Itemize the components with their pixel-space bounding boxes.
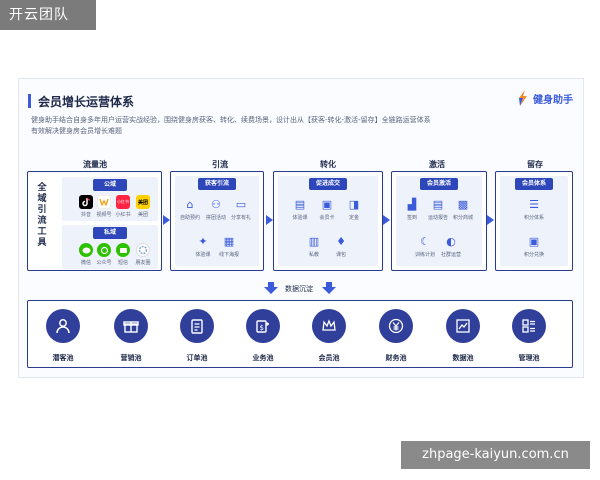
- training-icon: ☾: [420, 235, 430, 248]
- down-arrow-left-icon: [264, 282, 278, 294]
- deposit-icon: ◨: [348, 198, 360, 211]
- flow-arrow-2: [266, 215, 273, 225]
- flow-arrow-3: [383, 215, 390, 225]
- pool-label-0: 潜客池: [52, 354, 74, 362]
- data-pools-box: [27, 300, 573, 368]
- drop-icon: ♦: [336, 235, 346, 248]
- community-icon: ◐: [446, 235, 456, 248]
- lead-label-4: 线下海报: [218, 252, 239, 258]
- experience-icon: ▤: [294, 198, 306, 211]
- retain-pill: 会员体系: [515, 178, 553, 190]
- sms-icon[interactable]: [116, 243, 130, 257]
- mall-icon: ▩: [457, 198, 469, 211]
- stage-title-lead: 引流: [212, 160, 228, 169]
- brand-logo-group: 健身助手: [516, 89, 573, 107]
- points-icon: ☰: [529, 198, 539, 211]
- member-card-icon: ▣: [321, 198, 333, 211]
- title-accent-bar: [28, 94, 31, 108]
- convert-label-3: 私教: [308, 252, 319, 258]
- activate-label-2: 积分商城: [452, 215, 473, 221]
- clipboard-icon[interactable]: [180, 309, 214, 343]
- brand-name: 健身助手: [533, 94, 573, 106]
- description: 健身助手结合自身多年用户运营实战经验，围绕健身房获客、转化、续费场景，设计出从【…: [31, 115, 501, 137]
- flow-arrow-4: [487, 215, 494, 225]
- tools-vertical-label: 全域引流工具: [35, 183, 49, 249]
- meituan-icon-text: 美团: [137, 199, 148, 206]
- convert-pill: 促进成交: [309, 178, 347, 190]
- yen-icon[interactable]: [379, 309, 413, 343]
- down-arrow-right-icon: [322, 282, 336, 294]
- flow-arrow-1: [163, 215, 170, 225]
- official-account-icon[interactable]: [97, 243, 111, 257]
- report-icon: ▤: [432, 198, 444, 211]
- retain-label-1: 积分兑换: [523, 252, 544, 258]
- activate-pill: 会员激活: [420, 178, 458, 190]
- convert-label-1: 会员卡: [319, 215, 335, 221]
- stage-title-retain: 留存: [527, 160, 543, 169]
- chart-icon[interactable]: [446, 309, 480, 343]
- description-line-2: 有效解决健身房会员增长难题: [31, 127, 122, 135]
- xiaohongshu-icon[interactable]: 小红书: [116, 195, 130, 209]
- qrcode-icon: ▦: [223, 235, 235, 248]
- description-line-1: 健身助手结合自身多年用户运营实战经验，围绕健身房获客、转化、续费场景，设计出从【…: [31, 116, 431, 124]
- pool-label-5: 财务池: [385, 354, 407, 362]
- lead-pill: 获客引流: [198, 178, 236, 190]
- brand-logo-icon: [519, 90, 527, 106]
- stage-title-convert: 转化: [320, 160, 336, 169]
- convert-label-0: 体验课: [292, 215, 308, 221]
- convert-label-2: 定金: [348, 215, 359, 221]
- tools-label-text: 全域引流工具: [37, 183, 47, 248]
- pool-label-3: 业务池: [252, 354, 274, 362]
- convert-label-4: 课包: [335, 252, 346, 258]
- retain-label-0: 积分体系: [523, 215, 544, 221]
- moments-icon[interactable]: [136, 243, 150, 257]
- group-icon: ⚇: [211, 198, 221, 211]
- stage-title-pool: 流量池: [83, 160, 107, 169]
- pool-label-6: 数据池: [452, 354, 474, 362]
- private-domain-pill: 私域: [93, 227, 127, 239]
- channels-icon[interactable]: [97, 195, 111, 209]
- public-domain-pill: 公域: [93, 179, 127, 191]
- grid-icon[interactable]: [512, 309, 546, 343]
- calendar-icon: ▥: [308, 235, 320, 248]
- team-badge: 开云团队: [0, 0, 96, 30]
- site-watermark: zhpage-kaiyun.com.cn: [401, 441, 590, 469]
- pool-label-2: 订单池: [186, 354, 208, 362]
- data-sediment-label: 数据沉淀: [285, 285, 313, 293]
- pool-label-1: 营销池: [120, 354, 142, 362]
- person-icon[interactable]: [46, 309, 80, 343]
- home-icon: ⌂: [186, 198, 194, 211]
- stage-title-activate: 激活: [429, 160, 445, 169]
- pool-label-7: 管理池: [518, 354, 540, 362]
- crown-icon[interactable]: [312, 309, 346, 343]
- page-title: 会员增长运营体系: [38, 95, 135, 109]
- meituan-icon[interactable]: 美团: [136, 195, 150, 209]
- private-label-3: 朋友圈: [135, 260, 151, 266]
- activate-label-4: 社群运营: [440, 252, 461, 258]
- checkin-icon: ▟: [407, 198, 417, 211]
- gift-icon[interactable]: [114, 309, 148, 343]
- pool-label-4: 会员池: [318, 354, 340, 362]
- exchange-icon: ▣: [528, 235, 540, 248]
- wechat-icon[interactable]: [79, 243, 93, 257]
- lead-label-2: 分享有礼: [230, 215, 251, 221]
- xiaohongshu-icon-text: 小红书: [117, 199, 129, 204]
- svg-text:$: $: [260, 324, 264, 332]
- public-label-3: 美团: [137, 212, 148, 218]
- business-icon[interactable]: $: [246, 309, 280, 343]
- card-icon: ▭: [235, 198, 247, 211]
- douyin-icon[interactable]: [79, 195, 93, 209]
- ticket-icon: ✦: [198, 235, 208, 248]
